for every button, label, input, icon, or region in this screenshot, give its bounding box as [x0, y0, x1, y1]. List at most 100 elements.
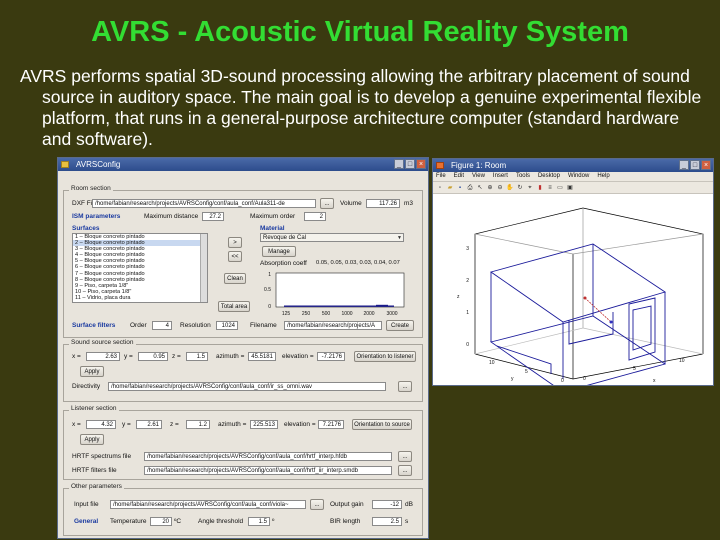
source-z-field[interactable]: 1.5: [186, 352, 208, 361]
print-icon[interactable]: ⎙: [466, 184, 474, 192]
y-axis-label: y: [511, 376, 514, 382]
ism-parameters-label: ISM parameters: [72, 213, 121, 220]
menu-insert[interactable]: Insert: [493, 172, 508, 181]
menu-edit[interactable]: Edit: [454, 172, 464, 181]
temperature-field[interactable]: 20: [150, 517, 172, 526]
menu-file[interactable]: File: [436, 172, 446, 181]
material-select[interactable]: Revoque de Cal ▼: [260, 233, 404, 242]
zoom-out-icon[interactable]: ⊖: [496, 184, 504, 192]
dxf-browse-button[interactable]: ...: [320, 198, 334, 209]
listener-azimuth-field[interactable]: 225.513: [250, 420, 278, 429]
max-order-label: Maximum order: [250, 213, 296, 220]
show-plot-tools-icon[interactable]: ▣: [566, 184, 574, 192]
source-x-field[interactable]: 2.63: [86, 352, 120, 361]
hrtf-filters-field[interactable]: /home/fabian/research/projects/AVRSConfi…: [144, 466, 392, 475]
max-order-field[interactable]: 2: [304, 212, 326, 221]
order-field[interactable]: 4: [152, 321, 172, 330]
add-surface-button[interactable]: >: [228, 237, 242, 248]
surfaces-list[interactable]: 1 – Bloque concreto pintado 2 – Bloque co…: [72, 233, 208, 303]
listener-x-field[interactable]: 4.32: [86, 420, 116, 429]
pan-icon[interactable]: ✋: [506, 184, 514, 192]
filename-field[interactable]: /home/fabian/research/projects/A: [284, 321, 382, 330]
material-label: Material: [260, 225, 285, 232]
hide-plot-tools-icon[interactable]: ▭: [556, 184, 564, 192]
maximize-button[interactable]: □: [690, 160, 700, 170]
x-tick: 10: [679, 358, 685, 364]
zoom-in-icon[interactable]: ⊕: [486, 184, 494, 192]
y-tick: 5: [525, 369, 528, 375]
hrtf-spectrums-field[interactable]: /home/fabian/research/projects/AVRSConfi…: [144, 452, 392, 461]
input-file-field[interactable]: /home/fabian/research/projects/AVRSConfi…: [110, 500, 306, 509]
sound-source-section-label: Sound source section: [69, 339, 136, 346]
close-button[interactable]: ×: [701, 160, 711, 170]
menu-tools[interactable]: Tools: [516, 172, 530, 181]
source-y-field[interactable]: 0.95: [138, 352, 168, 361]
menu-view[interactable]: View: [472, 172, 485, 181]
add-all-surfaces-button[interactable]: <<: [228, 251, 242, 262]
figure-toolbar: ▫ ▰ ▪ ⎙ ↖ ⊕ ⊖ ✋ ↻ ⌖ ▮ ≡ ▭ ▣: [433, 181, 713, 194]
minimize-button[interactable]: _: [394, 159, 404, 169]
orientation-to-listener-button[interactable]: Orientation to listener: [354, 351, 416, 362]
total-area-button[interactable]: Total area: [218, 301, 250, 312]
source-z-label: z =: [172, 353, 181, 360]
data-cursor-icon[interactable]: ⌖: [526, 184, 534, 192]
source-apply-button[interactable]: Apply: [80, 366, 104, 377]
general-label: General: [74, 518, 99, 525]
sound-source-section: Sound source section x = 2.63 y = 0.95 z…: [63, 339, 423, 402]
chart-xtick: 125: [282, 311, 291, 317]
listener-z-field[interactable]: 1.2: [186, 420, 210, 429]
output-gain-field[interactable]: -12: [372, 500, 402, 509]
source-azimuth-label: azimuth =: [216, 353, 245, 360]
figure-window-titlebar[interactable]: Figure 1: Room _ □ ×: [433, 159, 713, 172]
room-3d-plot[interactable]: 3 2 1 0 z 10 5 0 y 0 5 10 x: [433, 194, 713, 385]
save-icon[interactable]: ▪: [456, 184, 464, 192]
temperature-label: Temperature: [110, 518, 147, 525]
new-figure-icon[interactable]: ▫: [436, 184, 444, 192]
create-button[interactable]: Create: [386, 320, 414, 331]
resolution-field[interactable]: 1024: [216, 321, 238, 330]
chart-ytick: 0.5: [264, 287, 271, 293]
colorbar-icon[interactable]: ▮: [536, 184, 544, 192]
z-tick: 1: [466, 310, 469, 316]
close-button[interactable]: ×: [416, 159, 426, 169]
dxf-file-field[interactable]: /home/fabian/research/projects/AVRSConfi…: [92, 199, 316, 208]
surfaces-label: Surfaces: [72, 225, 100, 232]
orientation-to-source-button[interactable]: Orientation to source: [352, 419, 412, 430]
room-section-label: Room section: [69, 185, 113, 192]
edit-plot-icon[interactable]: ↖: [476, 184, 484, 192]
config-window-titlebar[interactable]: AVRSConfig _ □ ×: [58, 158, 428, 171]
menu-desktop[interactable]: Desktop: [538, 172, 560, 181]
hrtf-filters-browse-button[interactable]: ...: [398, 465, 412, 476]
bir-length-field[interactable]: 2.5: [372, 517, 402, 526]
rotate-3d-icon[interactable]: ↻: [516, 184, 524, 192]
open-file-icon[interactable]: ▰: [446, 184, 454, 192]
input-file-label: Input file: [74, 501, 99, 508]
max-distance-field[interactable]: 27.2: [202, 212, 224, 221]
menu-window[interactable]: Window: [568, 172, 589, 181]
listener-z-label: z =: [170, 421, 179, 428]
hrtf-spectrums-browse-button[interactable]: ...: [398, 451, 412, 462]
legend-icon[interactable]: ≡: [546, 184, 554, 192]
clean-button[interactable]: Clean: [224, 273, 246, 284]
chart-xtick: 500: [322, 311, 331, 317]
room-section: Room section DXF File /home/fabian/resea…: [63, 185, 423, 338]
listener-elevation-field[interactable]: 7.2176: [318, 420, 344, 429]
listener-apply-button[interactable]: Apply: [80, 434, 104, 445]
surfaces-scrollbar[interactable]: [200, 234, 207, 302]
volume-field[interactable]: 117.26: [366, 199, 400, 208]
source-elevation-field[interactable]: -7.2176: [317, 352, 345, 361]
hrtf-spectrums-label: HRTF spectrums file: [72, 453, 132, 460]
minimize-button[interactable]: _: [679, 160, 689, 170]
source-azimuth-field[interactable]: 45.5181: [248, 352, 276, 361]
directivity-field[interactable]: /home/fabian/research/projects/AVRSConfi…: [108, 382, 386, 391]
manage-button[interactable]: Manage: [262, 246, 296, 257]
resolution-label: Resolution: [180, 322, 211, 329]
angle-threshold-field[interactable]: 1.5: [248, 517, 270, 526]
input-file-browse-button[interactable]: ...: [310, 499, 324, 510]
listener-y-field[interactable]: 2.61: [136, 420, 162, 429]
maximize-button[interactable]: □: [405, 159, 415, 169]
directivity-browse-button[interactable]: ...: [398, 381, 412, 392]
menu-help[interactable]: Help: [597, 172, 609, 181]
source-x-label: x =: [72, 353, 81, 360]
surface-list-item[interactable]: 11 – Vidrio, placa dura: [73, 295, 207, 301]
